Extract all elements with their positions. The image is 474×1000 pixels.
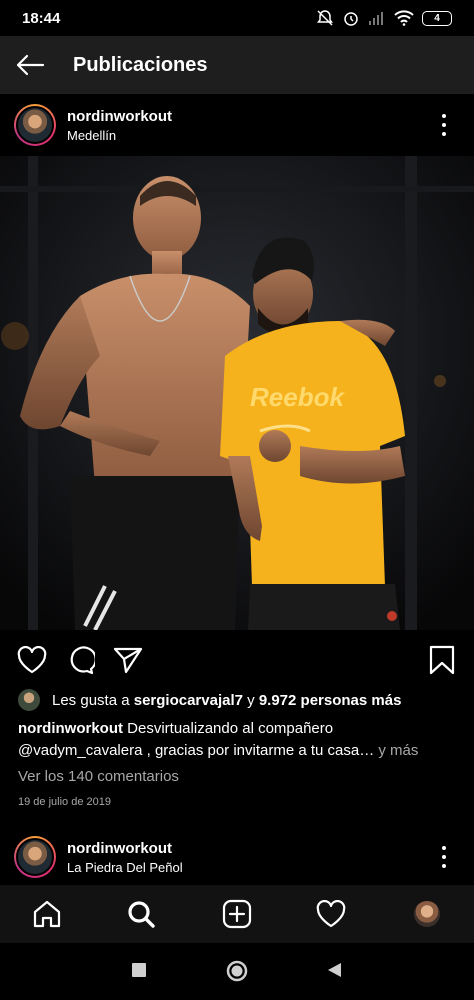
- avatar[interactable]: [14, 104, 56, 146]
- post-image[interactable]: Reebok: [0, 156, 474, 630]
- profile-avatar: [414, 901, 440, 927]
- likes-connector: y: [247, 691, 255, 709]
- post-location[interactable]: Medellín: [67, 128, 172, 143]
- post-header: nordinworkout Medellín: [0, 94, 474, 156]
- post-date: 19 de julio de 2019: [18, 796, 111, 808]
- back-triangle-icon[interactable]: [325, 961, 343, 979]
- send-icon: [113, 647, 143, 674]
- caption-text-line2: , gracias por invitarme a tu casa…: [146, 742, 375, 759]
- post-caption: nordinworkout Desvirtualizando al compañ…: [18, 718, 458, 762]
- status-icons: 4: [316, 9, 452, 27]
- nav-search[interactable]: [124, 897, 158, 931]
- nav-new-post[interactable]: [220, 897, 254, 931]
- mute-icon: [317, 10, 333, 26]
- caption-username[interactable]: nordinworkout: [18, 720, 123, 737]
- likes-prefix: Les gusta a: [52, 691, 130, 709]
- avatar[interactable]: [14, 836, 56, 878]
- nav-home[interactable]: [30, 897, 64, 931]
- likes-others[interactable]: 9.972 personas más: [259, 692, 402, 709]
- post-username[interactable]: nordinworkout: [67, 108, 172, 125]
- like-button[interactable]: [16, 644, 48, 676]
- system-nav: [0, 943, 474, 1000]
- recents-icon[interactable]: [130, 961, 148, 979]
- alarm-icon: [344, 12, 358, 26]
- bottom-nav: [0, 885, 474, 943]
- search-icon: [128, 901, 155, 928]
- app-header: Publicaciones: [0, 36, 474, 94]
- view-comments-link[interactable]: Ver los 140 comentarios: [18, 768, 179, 785]
- caption-more-link[interactable]: y más: [378, 742, 418, 759]
- more-options-button[interactable]: [434, 114, 454, 136]
- next-post-header: nordinworkout La Piedra Del Peñol: [0, 826, 474, 888]
- share-button[interactable]: [112, 644, 144, 676]
- nav-activity[interactable]: [314, 897, 348, 931]
- status-bar: 18:44 4: [0, 0, 474, 36]
- post-photo: Reebok: [0, 156, 474, 630]
- status-time: 18:44: [22, 9, 61, 27]
- post-location[interactable]: La Piedra Del Peñol: [67, 860, 183, 875]
- heart-icon: [316, 900, 346, 928]
- save-button[interactable]: [426, 644, 458, 676]
- bookmark-icon: [429, 645, 455, 675]
- back-button[interactable]: [0, 36, 60, 94]
- wifi-icon: [394, 10, 414, 26]
- home-circle-icon[interactable]: [226, 960, 248, 982]
- more-options-button[interactable]: [434, 846, 454, 868]
- likes-row[interactable]: Les gusta a sergiocarvajal7 y 9.972 pers…: [18, 689, 401, 711]
- caption-text-line1: Desvirtualizando al compañero: [127, 720, 334, 737]
- comment-button[interactable]: [64, 644, 96, 676]
- heart-icon: [17, 646, 47, 674]
- liker-avatar: [18, 689, 40, 711]
- nav-profile[interactable]: [410, 897, 444, 931]
- page-title: Publicaciones: [73, 53, 208, 76]
- add-post-icon: [222, 899, 252, 929]
- liked-by-user[interactable]: sergiocarvajal7: [134, 692, 243, 709]
- post-actions: [0, 636, 474, 682]
- signal-icon: [369, 12, 383, 25]
- post-username[interactable]: nordinworkout: [67, 840, 183, 857]
- shirt-brand-text: Reebok: [250, 382, 345, 412]
- caption-mention[interactable]: @vadym_cavalera: [18, 742, 142, 759]
- arrow-left-icon: [16, 54, 45, 76]
- home-icon: [33, 900, 61, 928]
- battery-icon: 4: [422, 10, 452, 26]
- comment-icon: [70, 646, 95, 675]
